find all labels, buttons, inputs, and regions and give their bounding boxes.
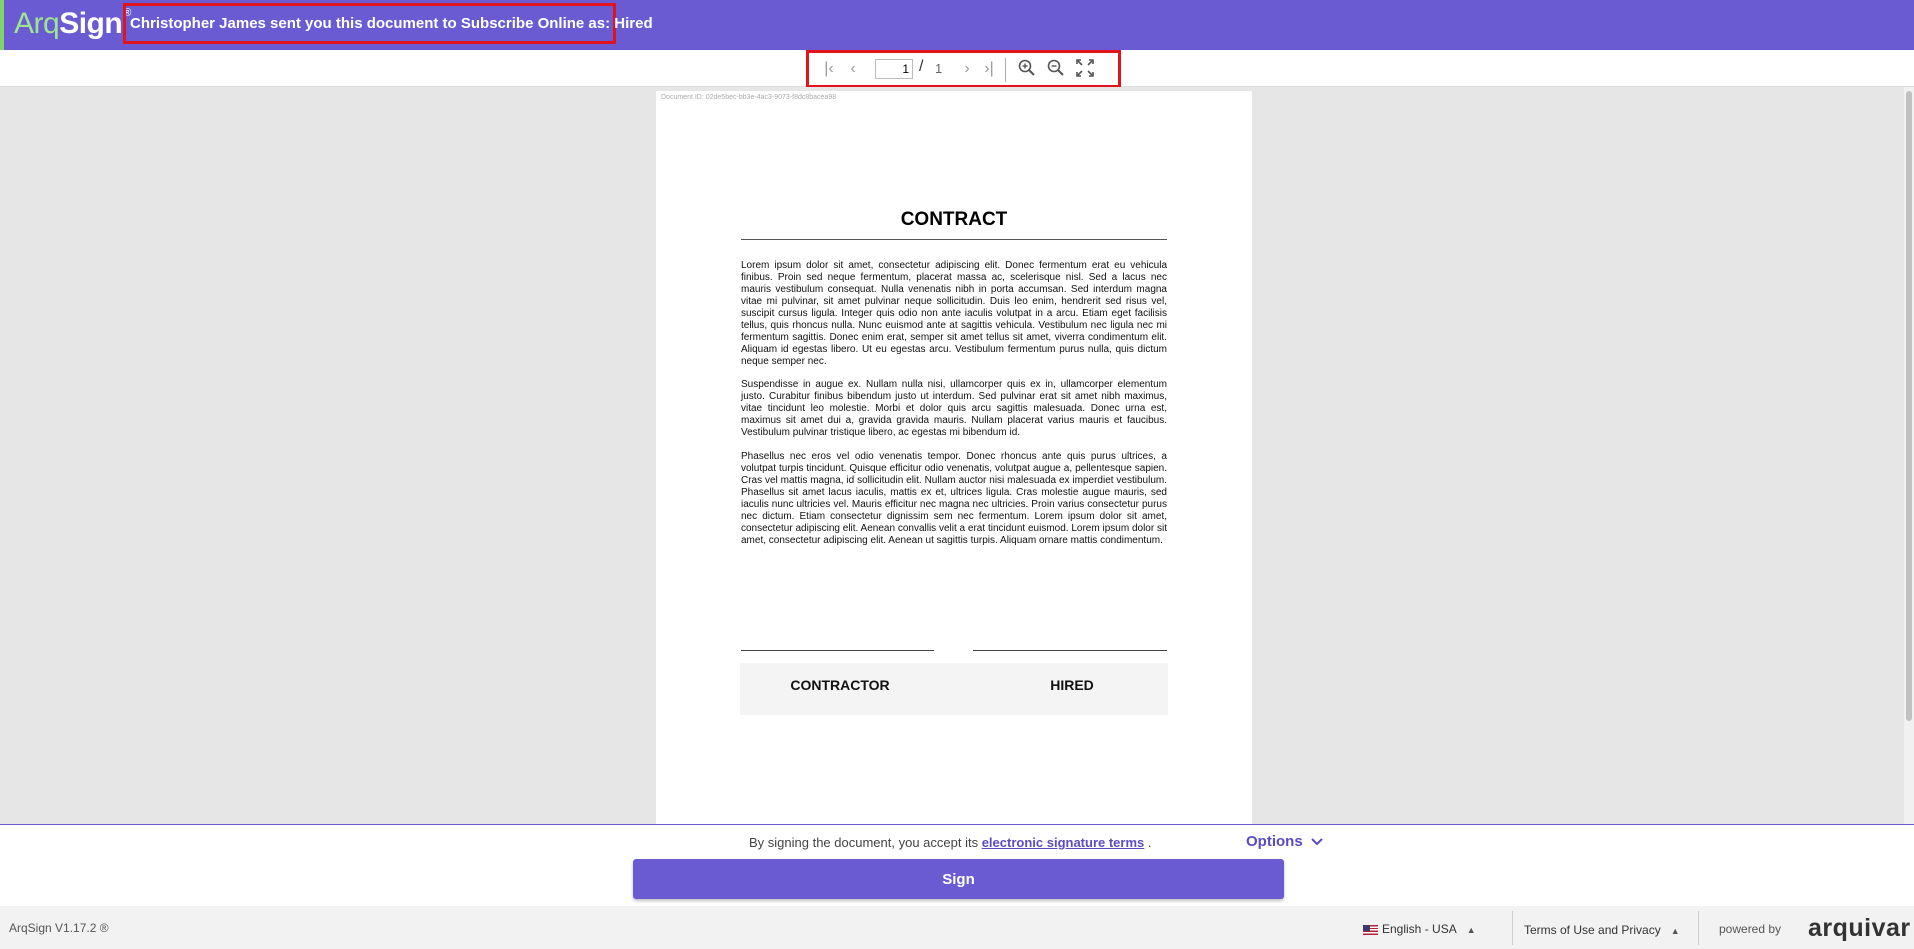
footer: ArqSign V1.17.2 ® English - USA ▲ Terms o…: [0, 906, 1914, 949]
us-flag-icon: [1363, 924, 1378, 935]
arqsign-logo: ArqSign®: [14, 7, 131, 40]
caret-up-icon: ▲: [1466, 925, 1476, 935]
hired-label: HIRED: [1050, 677, 1094, 693]
contract-paragraph: Suspendisse in augue ex. Nullam nulla ni…: [741, 379, 1167, 438]
options-dropdown[interactable]: Options: [1246, 833, 1324, 850]
top-bar: ArqSign® Christopher James sent you this…: [0, 0, 1914, 50]
title-underline: [741, 239, 1167, 240]
toolbar-divider: [1005, 58, 1006, 82]
zoom-out-icon[interactable]: [1046, 59, 1066, 79]
document-sender-title: Christopher James sent you this document…: [123, 3, 653, 44]
page-separator: /: [919, 58, 924, 75]
electronic-signature-terms-link[interactable]: electronic signature terms: [982, 835, 1145, 850]
arquivar-logo: arquivar: [1808, 914, 1911, 942]
viewer-scrollbar[interactable]: [1904, 87, 1914, 824]
app-version: ArqSign V1.17.2 ®: [9, 921, 109, 935]
zoom-in-icon[interactable]: [1017, 59, 1037, 79]
language-selector[interactable]: English - USA ▲: [1363, 922, 1476, 936]
chevron-down-icon: [1307, 833, 1324, 850]
fullscreen-icon[interactable]: [1075, 59, 1095, 79]
terms-of-use-menu[interactable]: Terms of Use and Privacy ▲: [1524, 923, 1680, 937]
contractor-signature-line: [741, 650, 934, 651]
scrollbar-thumb[interactable]: [1906, 91, 1912, 721]
contract-paragraph: Lorem ipsum dolor sit amet, consectetur …: [741, 260, 1167, 367]
sign-button[interactable]: Sign: [633, 859, 1284, 899]
document-viewer: Document ID: 02de5bec-bb3e-4ac3-9073-f8d…: [0, 87, 1914, 824]
contractor-label: CONTRACTOR: [790, 677, 890, 693]
document-page: Document ID: 02de5bec-bb3e-4ac3-9073-f8d…: [656, 91, 1252, 824]
contract-paragraph: Phasellus nec eros vel odio venenatis te…: [741, 451, 1167, 546]
last-page-icon[interactable]: ›|: [979, 59, 999, 79]
powered-by-label: powered by: [1719, 922, 1782, 936]
next-page-icon[interactable]: ›: [957, 59, 977, 79]
contract-title: CONTRACT: [900, 209, 1008, 230]
terms-notice: By signing the document, you accept its …: [749, 835, 1152, 850]
pagination-zoom-controls: |‹ ‹ / 1 › ›|: [806, 50, 1121, 88]
footer-divider: [1512, 911, 1513, 945]
first-page-icon[interactable]: |‹: [819, 59, 839, 79]
page-number-input[interactable]: [875, 59, 913, 79]
prev-page-icon[interactable]: ‹: [843, 59, 863, 79]
hired-signature-line: [973, 650, 1167, 651]
signing-panel: By signing the document, you accept its …: [0, 824, 1914, 907]
document-id: Document ID: 02de5bec-bb3e-4ac3-9073-f8d…: [661, 94, 837, 101]
total-pages: 1: [935, 61, 943, 76]
signatories-box: CONTRACTOR HIRED: [740, 663, 1168, 715]
footer-divider: [1698, 911, 1699, 945]
caret-up-icon: ▲: [1670, 926, 1680, 936]
